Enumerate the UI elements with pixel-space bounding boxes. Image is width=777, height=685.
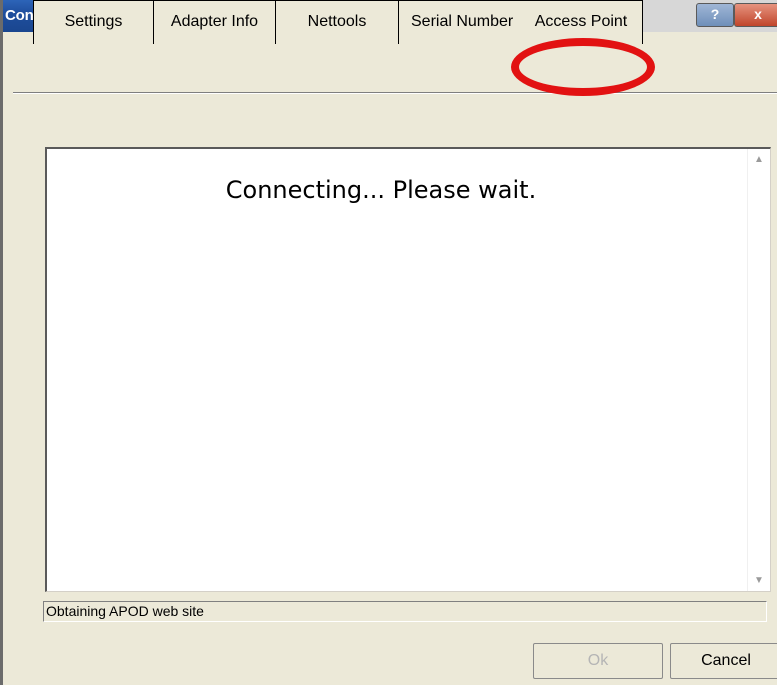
help-button[interactable]: ? (696, 3, 734, 27)
ok-button[interactable]: Ok (533, 643, 663, 679)
tab-settings[interactable]: Settings (33, 0, 154, 44)
scroll-down-arrow-icon[interactable]: ▼ (754, 575, 764, 586)
vertical-scrollbar[interactable]: ▲ ▼ (747, 149, 770, 591)
cancel-button[interactable]: Cancel (670, 643, 777, 679)
connection-wizard-window: Connection Wizard ? x Settings Adapter I… (0, 0, 777, 685)
scroll-up-arrow-icon[interactable]: ▲ (754, 154, 764, 165)
status-bar: Obtaining APOD web site (43, 601, 767, 622)
status-message: Connecting... Please wait. (225, 176, 537, 204)
highlight-ring-annotation (511, 38, 655, 96)
tab-serial-number[interactable]: Serial Number (398, 0, 521, 44)
close-button[interactable]: x (734, 3, 777, 27)
tab-panel-border-highlight (13, 93, 777, 94)
tab-adapter-info[interactable]: Adapter Info (153, 0, 276, 44)
output-textbox[interactable]: Connecting... Please wait. ▲ ▼ (45, 147, 771, 592)
tab-nettools[interactable]: Nettools (275, 0, 399, 44)
